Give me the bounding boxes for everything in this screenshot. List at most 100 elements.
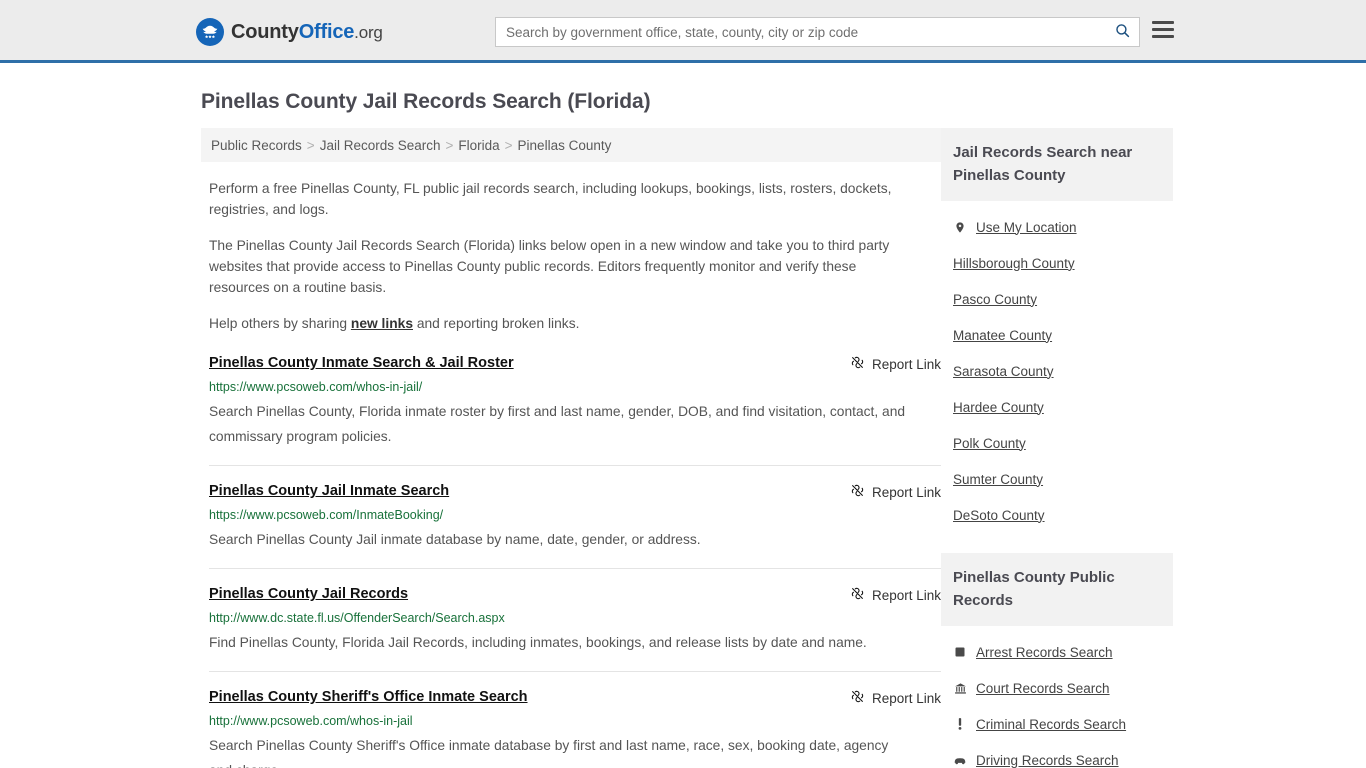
logo-text-county: County [231,20,299,43]
breadcrumb: Public Records > Jail Records Search > F… [201,128,941,162]
sidebar-link-label[interactable]: Hillsborough County [953,256,1075,271]
result-description: Find Pinellas County, Florida Jail Recor… [209,635,867,650]
main-content: Public Records > Jail Records Search > F… [201,128,941,768]
car-icon [953,755,967,766]
result-header: Pinellas County Jail Records Report Link [209,585,941,604]
result-item: Pinellas County Inmate Search & Jail Ros… [209,354,941,466]
breadcrumb-item-florida[interactable]: Florida [458,138,499,153]
result-header: Pinellas County Inmate Search & Jail Ros… [209,354,941,373]
hamburger-bar-3 [1152,35,1174,38]
sidebar-link-label[interactable]: Court Records Search [976,681,1110,696]
site-logo[interactable]: CountyOffice.org [196,18,383,46]
sidebar-link-label[interactable]: Pasco County [953,292,1037,307]
result-url: https://www.pcsoweb.com/whos-in-jail/ [209,380,423,394]
breadcrumb-item-public-records[interactable]: Public Records [211,138,302,153]
report-link-label: Report Link [871,690,941,706]
sidebar-item-driving-records-search[interactable]: Driving Records Search [953,742,1173,768]
intro-p3-after: and reporting broken links. [413,316,580,331]
sidebar-nearby-box: Jail Records Search near Pinellas County… [941,128,1173,533]
unlink-icon [850,689,865,707]
breadcrumb-separator: > [306,137,315,153]
intro-text: Perform a free Pinellas County, FL publi… [209,178,917,334]
sidebar-item-sumter-county[interactable]: Sumter County [953,461,1173,497]
sidebar-nearby-heading: Jail Records Search near Pinellas County [941,128,1173,201]
sidebar-item-arrest-records-search[interactable]: Arrest Records Search [953,634,1173,670]
sidebar-item-use-my-location[interactable]: Use My Location [953,209,1173,245]
sidebar-link-label[interactable]: Arrest Records Search [976,645,1113,660]
sidebar-public-records-list: Arrest Records Search Court Records Sear… [941,626,1173,768]
report-link-button[interactable]: Report Link [850,688,941,707]
report-link-label: Report Link [871,356,941,372]
sidebar-item-manatee-county[interactable]: Manatee County [953,317,1173,353]
search-bar[interactable] [495,17,1140,47]
sidebar-item-hillsborough-county[interactable]: Hillsborough County [953,245,1173,281]
logo-text-tld: .org [354,22,383,42]
result-item: Pinellas County Jail Records Report Link… [209,585,941,672]
sidebar-link-label[interactable]: Sumter County [953,472,1043,487]
sidebar-item-court-records-search[interactable]: Court Records Search [953,670,1173,706]
result-url: http://www.pcsoweb.com/whos-in-jail [209,714,413,728]
sidebar-link-label[interactable]: Manatee County [953,328,1052,343]
hamburger-bar-1 [1152,21,1174,24]
result-item: Pinellas County Sheriff's Office Inmate … [209,688,941,768]
eagle-seal-icon [196,18,224,46]
search-button[interactable] [1105,18,1139,46]
exclamation-icon [953,717,967,731]
unlink-icon [850,355,865,373]
sidebar-link-label[interactable]: Polk County [953,436,1026,451]
sidebar-item-pasco-county[interactable]: Pasco County [953,281,1173,317]
result-header: Pinellas County Sheriff's Office Inmate … [209,688,941,707]
result-description: Search Pinellas County Jail inmate datab… [209,532,701,547]
search-icon [1114,22,1131,42]
intro-paragraph-1: Perform a free Pinellas County, FL publi… [209,181,892,217]
sidebar-item-criminal-records-search[interactable]: Criminal Records Search [953,706,1173,742]
breadcrumb-separator: > [445,137,454,153]
result-title-link[interactable]: Pinellas County Sheriff's Office Inmate … [209,688,528,706]
report-link-label: Report Link [871,484,941,500]
report-link-label: Report Link [871,587,941,603]
results-list: Pinellas County Inmate Search & Jail Ros… [209,354,941,768]
sidebar-link-label[interactable]: Use My Location [976,220,1077,235]
unlink-icon [850,586,865,604]
result-title-link[interactable]: Pinellas County Jail Records [209,585,408,603]
page-body: Pinellas County Jail Records Search (Flo… [0,90,1366,768]
breadcrumb-item-pinellas-county[interactable]: Pinellas County [518,138,612,153]
hamburger-menu-icon[interactable] [1152,21,1174,38]
result-item: Pinellas County Jail Inmate Search Repor… [209,482,941,569]
intro-p3-before: Help others by sharing [209,316,351,331]
result-header: Pinellas County Jail Inmate Search Repor… [209,482,941,501]
hamburger-bar-2 [1152,28,1174,31]
result-title-link[interactable]: Pinellas County Inmate Search & Jail Ros… [209,354,514,372]
result-url: http://www.dc.state.fl.us/OffenderSearch… [209,611,505,625]
unlink-icon [850,483,865,501]
result-url: https://www.pcsoweb.com/InmateBooking/ [209,508,444,522]
map-pin-icon [953,220,967,235]
fingerprint-icon [953,646,967,658]
new-links-link[interactable]: new links [351,316,413,331]
sidebar-item-hardee-county[interactable]: Hardee County [953,389,1173,425]
sidebar-item-sarasota-county[interactable]: Sarasota County [953,353,1173,389]
sidebar-public-records-heading: Pinellas County Public Records [941,553,1173,626]
sidebar-link-label[interactable]: Hardee County [953,400,1044,415]
logo-text: CountyOffice.org [231,21,383,44]
sidebar-link-label[interactable]: Sarasota County [953,364,1054,379]
search-input[interactable] [496,18,1105,46]
report-link-button[interactable]: Report Link [850,354,941,373]
result-description: Search Pinellas County Sheriff's Office … [209,738,889,768]
intro-paragraph-3: Help others by sharing new links and rep… [209,313,917,334]
sidebar-link-label[interactable]: DeSoto County [953,508,1045,523]
sidebar-nearby-list: Use My Location Hillsborough County Pasc… [941,201,1173,533]
sidebar-link-label[interactable]: Criminal Records Search [976,717,1126,732]
site-header: CountyOffice.org [0,0,1366,63]
bank-building-icon [953,682,967,695]
report-link-button[interactable]: Report Link [850,482,941,501]
page-title: Pinellas County Jail Records Search (Flo… [201,90,651,113]
logo-text-office: Office [298,20,355,43]
sidebar-item-polk-county[interactable]: Polk County [953,425,1173,461]
intro-paragraph-2: The Pinellas County Jail Records Search … [209,238,890,295]
sidebar-link-label[interactable]: Driving Records Search [976,753,1119,768]
report-link-button[interactable]: Report Link [850,585,941,604]
result-title-link[interactable]: Pinellas County Jail Inmate Search [209,482,449,500]
sidebar-item-desoto-county[interactable]: DeSoto County [953,497,1173,533]
breadcrumb-item-jail-records-search[interactable]: Jail Records Search [320,138,441,153]
